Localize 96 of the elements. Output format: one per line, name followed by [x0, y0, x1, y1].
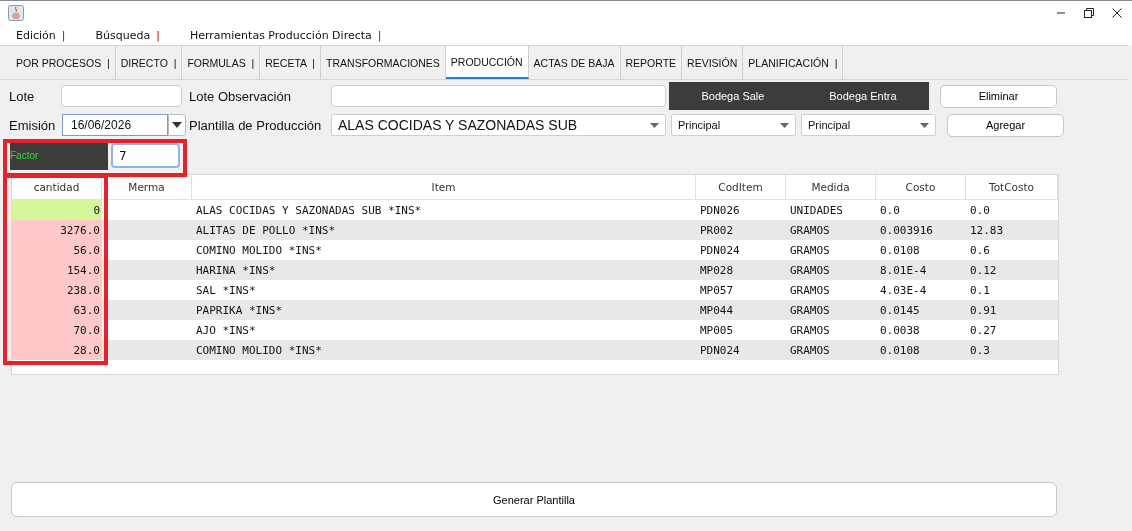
table-cell-text: GRAMOS	[789, 302, 831, 319]
table-cell-text: 0.27	[969, 322, 998, 339]
column-label: Bodega Entra	[829, 90, 897, 102]
input-field[interactable]	[61, 85, 182, 107]
menu-separator: |	[377, 28, 382, 42]
tab[interactable]: FORMULAS |	[182, 46, 261, 79]
table-cell-text: 0.91	[969, 302, 998, 319]
table-cell: 70.0	[12, 320, 102, 340]
table-cell-text: 4.03E-4	[879, 282, 928, 299]
table-cell-text: SAL *INS*	[195, 282, 257, 299]
tab[interactable]: PRODUCCIÓN	[445, 46, 529, 79]
table-cell: 238.0	[12, 280, 102, 300]
table-cell-text: 0.0108	[879, 242, 921, 259]
date-field[interactable]: 16/06/2026	[62, 114, 168, 136]
table-cell-text: HARINA *INS*	[195, 262, 277, 279]
factor-label: Factor	[10, 141, 108, 170]
column-header[interactable]: cantidad	[12, 175, 102, 199]
table-cell-text: MP057	[699, 282, 735, 299]
menu-item[interactable]: Búsqueda	[95, 28, 151, 42]
warehouse-select[interactable]: Principal	[671, 114, 796, 136]
table-cell-text: 0.6	[969, 242, 991, 259]
caret-icon	[650, 122, 659, 128]
table-cell-text: 0.0	[879, 202, 901, 219]
table-cell-text: PDN026	[699, 202, 741, 219]
table-cell-text: PAPRIKA *INS*	[195, 302, 284, 319]
table-cell: 154.0	[12, 260, 102, 280]
table-cell-text: 0.3	[969, 342, 991, 359]
factor-field[interactable]: 7	[111, 143, 180, 168]
table-cell-text: ALAS COCIDAS Y SAZONADAS SUB *INS*	[195, 202, 423, 219]
warehouse-select[interactable]: Principal	[801, 114, 936, 136]
tab[interactable]: TRANSFORMACIONES	[321, 46, 446, 79]
table-cell: 63.0	[12, 300, 102, 320]
column-label: Bodega Sale	[701, 90, 765, 102]
table-cell: 3276.0	[12, 220, 102, 240]
table-cell-text: 0.1	[969, 282, 991, 299]
close-icon[interactable]	[1112, 8, 1122, 18]
column-header[interactable]: Medida	[786, 175, 876, 199]
table-cell-text: 0.12	[969, 262, 998, 279]
table-cell-text: GRAMOS	[789, 322, 831, 339]
field-label: Lote	[9, 88, 36, 104]
table-cell-text: PDN024	[699, 242, 741, 259]
menu-separator: |	[61, 28, 66, 42]
column-header[interactable]: TotCosto	[966, 175, 1058, 199]
tab[interactable]: DIRECTO |	[115, 46, 183, 79]
table-cell-text: UNIDADES	[789, 202, 844, 219]
field-label: Plantilla de Producción	[189, 117, 323, 133]
table-cell-text: GRAMOS	[789, 342, 831, 359]
tab[interactable]: ACTAS DE BAJA	[528, 46, 621, 79]
caret-icon	[920, 122, 929, 128]
column-header[interactable]: Costo	[876, 175, 966, 199]
table-cell-text: GRAMOS	[789, 262, 831, 279]
field-label: Emisión	[9, 117, 57, 133]
field-label: Lote Observación	[189, 88, 292, 104]
menu-separator: |	[156, 28, 160, 42]
table-cell-text: 0.003916	[879, 222, 934, 239]
table-cell: 28.0	[12, 340, 102, 360]
tab[interactable]: RECETA |	[260, 46, 322, 79]
table-cell-text: 12.83	[969, 222, 1005, 239]
table-cell-text: 8.01E-4	[879, 262, 928, 279]
table-cell-text: 0.0145	[879, 302, 921, 319]
menu-item[interactable]: Herramientas Producción Directa	[189, 28, 372, 42]
table-cell-text: ALITAS DE POLLO *INS*	[195, 222, 337, 239]
table-cell-text: MP044	[699, 302, 735, 319]
caret-icon	[172, 122, 182, 128]
add-button[interactable]: Agregar	[947, 113, 1064, 137]
input-field[interactable]	[331, 85, 666, 107]
table-cell-text: MP028	[699, 262, 735, 279]
table-cell: 0	[12, 200, 102, 220]
table-cell-text: 0.0038	[879, 322, 921, 339]
table-cell-text: GRAMOS	[789, 282, 831, 299]
tab[interactable]: POR PROCESOS |	[0, 46, 116, 79]
table-cell-text: 0.0	[969, 202, 991, 219]
template-select[interactable]: ALAS COCIDAS Y SAZONADAS SUB	[331, 114, 666, 136]
table-cell-text: GRAMOS	[789, 242, 831, 259]
table-cell-text: AJO *INS*	[195, 322, 257, 339]
table-cell-text: COMINO MOLIDO *INS*	[195, 342, 323, 359]
dropdown-button[interactable]	[168, 114, 186, 136]
table-cell: 56.0	[12, 240, 102, 260]
generate-button[interactable]: Generar Plantilla	[11, 482, 1057, 517]
column-header[interactable]: Item	[192, 175, 696, 199]
table-cell-text: COMINO MOLIDO *INS*	[195, 242, 323, 259]
table-cell-text: PDN024	[699, 342, 741, 359]
tab[interactable]: PLANIFICACIÓN |	[743, 46, 844, 79]
menu-item[interactable]: Edición	[16, 28, 56, 42]
tab[interactable]: REVISIÓN	[682, 46, 744, 79]
column-header[interactable]: Merma	[102, 175, 192, 199]
table-cell-text: 0.0108	[879, 342, 921, 359]
table-cell-text: PR002	[699, 222, 735, 239]
restore-icon[interactable]	[1084, 8, 1094, 18]
delete-button[interactable]: Eliminar	[940, 84, 1057, 108]
app-icon	[8, 5, 24, 21]
table-cell-text: MP005	[699, 322, 735, 339]
column-header[interactable]: CodItem	[696, 175, 786, 199]
tab[interactable]: REPORTE	[620, 46, 683, 79]
table-cell-text: GRAMOS	[789, 222, 831, 239]
caret-icon	[780, 122, 789, 128]
